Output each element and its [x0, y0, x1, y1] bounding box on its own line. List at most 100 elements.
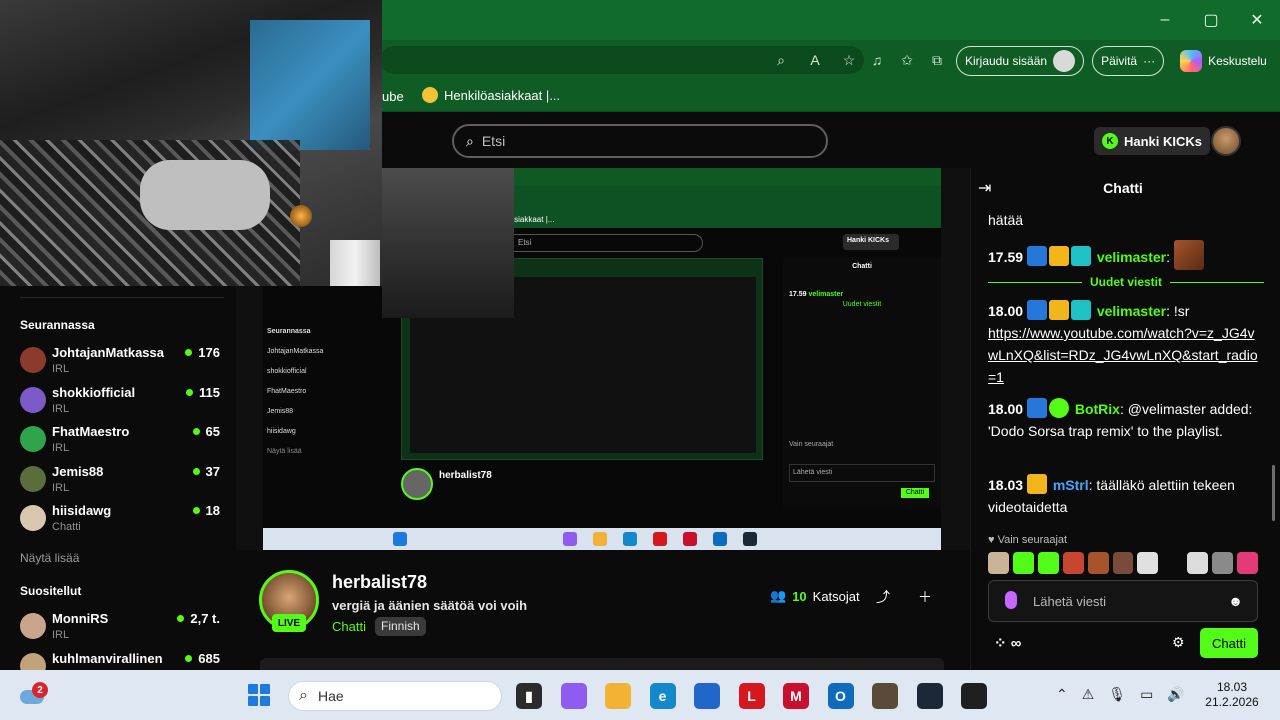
- chat-username[interactable]: BotRix: [1075, 401, 1120, 417]
- signin-button[interactable]: Kirjaudu sisään: [956, 46, 1085, 76]
- sidebar-channel-monnirs[interactable]: MonniRS IRL 2,7 t.: [20, 611, 220, 647]
- emote-icon[interactable]: [1237, 552, 1258, 574]
- game-app-icon[interactable]: [872, 683, 898, 709]
- chat-text: :: [1166, 249, 1170, 265]
- video-search-text: Etsi: [503, 234, 703, 252]
- edge-icon[interactable]: e: [649, 683, 676, 709]
- channel-category: IRL: [52, 442, 70, 454]
- microphone-icon[interactable]: 🎙: [1108, 686, 1126, 703]
- emote-row: [988, 552, 1258, 576]
- chat-username[interactable]: velimaster: [1097, 249, 1166, 265]
- steam-icon[interactable]: [916, 683, 943, 709]
- moderator-badge-icon: [1026, 300, 1047, 320]
- viewer-number: 115: [199, 384, 220, 400]
- store-icon[interactable]: [694, 683, 720, 709]
- copilot-button[interactable]: Keskustelu: [1172, 46, 1275, 76]
- video-side-item: JohtajanMatkassa: [267, 348, 324, 355]
- outlook-new-icon[interactable]: O: [827, 683, 854, 709]
- chat-input-box[interactable]: ☻: [988, 580, 1258, 622]
- video-side-item: shokkiofficial: [267, 368, 307, 375]
- send-chat-button[interactable]: Chatti: [1200, 628, 1258, 658]
- chat-extensions-button[interactable]: ⁘ ∞: [994, 634, 1021, 652]
- task-view-icon[interactable]: ▮: [516, 683, 542, 709]
- update-button[interactable]: Päivitä ···: [1092, 46, 1165, 76]
- chat-message: 18.03 mStrl: täälläkö alettiin tekeen vi…: [988, 474, 1264, 518]
- zoom-icon[interactable]: ⌕: [770, 46, 792, 74]
- chat-message: hätää: [988, 209, 1264, 231]
- file-explorer-icon[interactable]: [605, 683, 631, 709]
- copilot-app-icon[interactable]: [560, 683, 587, 709]
- start-button[interactable]: [248, 684, 270, 706]
- user-avatar[interactable]: [1211, 126, 1241, 156]
- favorite-star-icon[interactable]: ☆: [838, 46, 860, 74]
- followers-only-label: Vain seuraajat: [997, 534, 1068, 546]
- emote-icon[interactable]: [1162, 552, 1184, 574]
- emote-icon[interactable]: [1112, 552, 1134, 574]
- viewer-number: 10: [792, 588, 807, 604]
- emote-icon[interactable]: [988, 552, 1009, 574]
- avatar: [20, 465, 46, 492]
- emote-icon[interactable]: [1212, 552, 1234, 574]
- moderator-badge-icon: [1026, 398, 1047, 418]
- emote-icon[interactable]: [1062, 552, 1084, 574]
- minimize-icon[interactable]: –: [1142, 0, 1188, 40]
- microphone-icon[interactable]: [1005, 591, 1017, 609]
- channel-category: Chatti: [52, 521, 81, 533]
- l-app-icon[interactable]: L: [738, 683, 765, 709]
- viewer-number: 176: [198, 345, 220, 360]
- emote-icon[interactable]: [1137, 552, 1159, 574]
- network-icon[interactable]: ⚠: [1082, 686, 1095, 703]
- sidebar-channel-jemis88[interactable]: Jemis88 IRL 37: [20, 464, 220, 500]
- mcafee-icon[interactable]: M: [783, 683, 809, 709]
- emote-icon[interactable]: [1087, 552, 1109, 574]
- volume-icon[interactable]: 🔊: [1167, 686, 1184, 703]
- music-icon[interactable]: ♫: [866, 46, 888, 74]
- chevron-up-icon[interactable]: ⌃: [1056, 686, 1068, 703]
- close-icon[interactable]: ✕: [1234, 0, 1280, 40]
- chat-scrollbar[interactable]: [1272, 465, 1275, 521]
- bookmark-henkiloasiakkaat[interactable]: Henkilöasiakkaat |...: [422, 87, 560, 103]
- show-more-link[interactable]: Näytä lisää: [20, 551, 79, 565]
- search-icon: ⌕: [299, 687, 308, 704]
- emoji-icon[interactable]: ☻: [1228, 593, 1243, 609]
- search-icon: ⌕: [466, 132, 474, 149]
- chat-username[interactable]: mStrl: [1053, 477, 1089, 493]
- chat-message-input[interactable]: [1033, 591, 1213, 611]
- bookmark-label: Henkilöasiakkaat |...: [444, 87, 561, 103]
- taskbar-search[interactable]: ⌕ Hae: [288, 681, 502, 711]
- emote-icon: [1173, 240, 1204, 270]
- streamer-name[interactable]: herbalist78: [332, 572, 427, 593]
- webcam-lamp: [290, 205, 312, 227]
- emote-icon[interactable]: [1037, 552, 1059, 574]
- avatar: [20, 505, 46, 531]
- video-chat-user: velimaster: [808, 291, 844, 298]
- search-placeholder: Etsi: [481, 133, 506, 149]
- weather-widget[interactable]: 2: [18, 682, 48, 706]
- chat-username[interactable]: velimaster: [1097, 303, 1166, 319]
- sidebar-channel-fhatmaestro[interactable]: FhatMaestro IRL 65: [20, 424, 220, 460]
- sidebar-channel-shokkiofficial[interactable]: shokkiofficial IRL 115: [20, 385, 220, 421]
- sidebar-channel-hiisidawg[interactable]: hiisidawg Chatti 18: [20, 503, 220, 539]
- chat-link[interactable]: https://www.youtube.com/watch?v=z_JG4vwL…: [988, 325, 1258, 385]
- viewer-number: 2,7 t.: [190, 611, 220, 626]
- collections-icon[interactable]: ⧉: [926, 46, 948, 74]
- bookmark-youtube[interactable]: ube: [382, 89, 404, 104]
- gear-icon[interactable]: ⚙: [1172, 634, 1185, 651]
- share-icon[interactable]: ⤴: [876, 587, 890, 607]
- search-input[interactable]: ⌕ Etsi: [452, 124, 828, 158]
- stream-category-link[interactable]: Chatti: [332, 619, 366, 634]
- maximize-icon[interactable]: ▢: [1188, 0, 1234, 40]
- follow-icon[interactable]: ＋: [918, 587, 932, 607]
- stream-language-tag[interactable]: Finnish: [375, 617, 426, 636]
- sidebar-channel-johtajanmatkassa[interactable]: JohtajanMatkassa IRL 176: [20, 345, 220, 381]
- clock[interactable]: 18.03 21.2.2026: [1200, 680, 1264, 710]
- emote-icon[interactable]: [1187, 552, 1209, 574]
- display-icon[interactable]: ▭: [1140, 686, 1153, 703]
- obs-icon[interactable]: [961, 683, 987, 709]
- webcam-curtain: [250, 20, 370, 150]
- get-kicks-button[interactable]: K Hanki KICKs: [1094, 127, 1211, 155]
- favorites-icon[interactable]: ✩: [896, 46, 918, 74]
- emote-icon[interactable]: [1012, 552, 1034, 574]
- new-messages-divider: Uudet viestit: [988, 272, 1265, 292]
- read-aloud-icon[interactable]: A: [804, 46, 826, 74]
